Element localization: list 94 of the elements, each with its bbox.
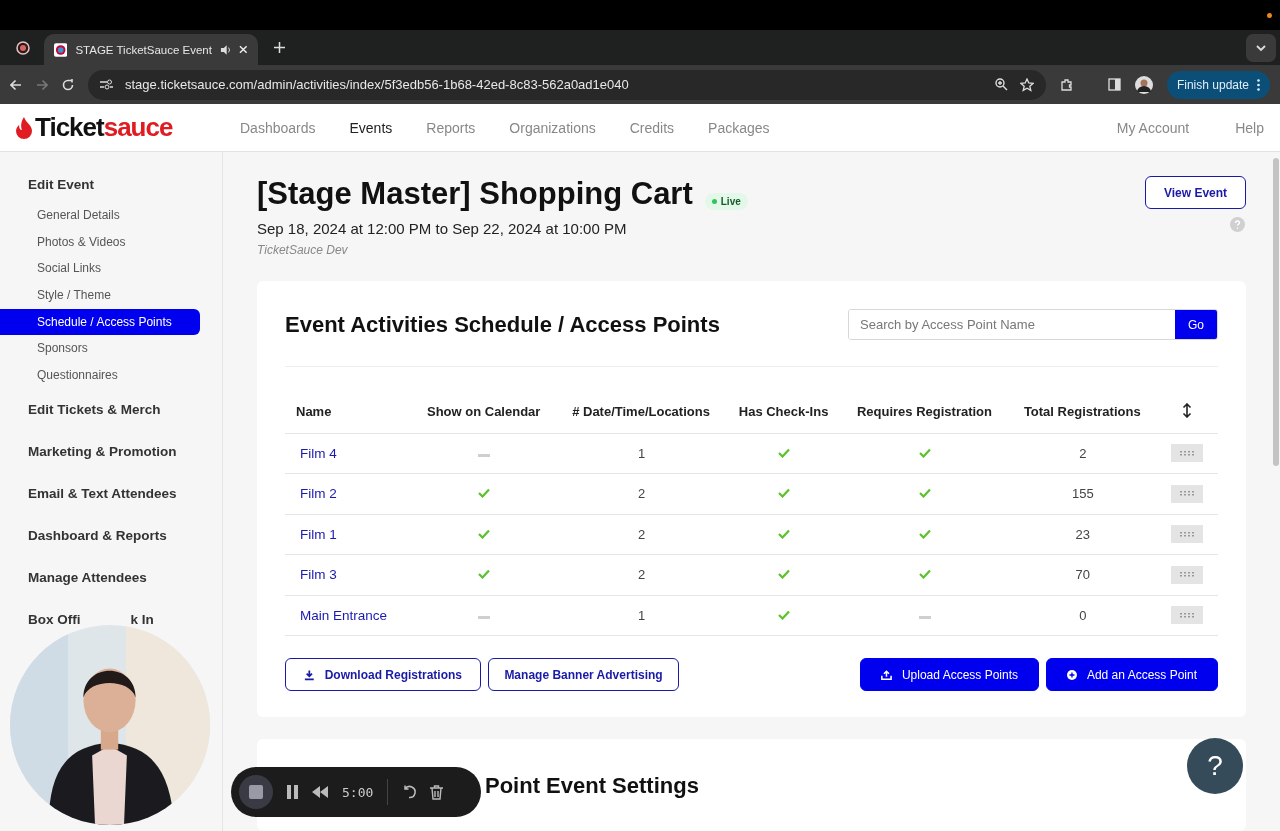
recording-time: 5:00 bbox=[342, 784, 374, 800]
sidebar-section-link[interactable]: Marketing & Promotion bbox=[28, 443, 177, 460]
sidebar-section-link[interactable]: Manage Attendees bbox=[28, 569, 147, 586]
view-event-button[interactable]: View Event bbox=[1145, 176, 1246, 209]
stop-button[interactable] bbox=[239, 775, 273, 809]
sidebar-icon[interactable] bbox=[1107, 78, 1121, 91]
sidebar-item[interactable]: Style / Theme bbox=[0, 282, 200, 309]
nav-link[interactable]: Reports bbox=[426, 119, 476, 136]
column-header: Has Check-Ins bbox=[738, 404, 829, 420]
new-tab-icon[interactable] bbox=[274, 42, 285, 53]
outline-button[interactable]: Manage Banner Advertising bbox=[488, 658, 679, 691]
table-cell: 2 bbox=[1079, 445, 1087, 461]
search-field[interactable]: Search by Access Point Name Go bbox=[848, 309, 1218, 340]
event-title: [Stage Master] Shopping Cart bbox=[257, 176, 693, 212]
column-header: Requires Registration bbox=[856, 404, 992, 420]
access-point-link[interactable]: Film 4 bbox=[286, 445, 337, 461]
nav-link[interactable]: Credits bbox=[629, 119, 675, 136]
finish-update-button[interactable]: Finish update bbox=[1166, 70, 1270, 99]
reload-icon[interactable] bbox=[62, 78, 74, 91]
account-link[interactable]: Help bbox=[1235, 119, 1264, 136]
column-header: # Date/Time/Locations bbox=[572, 404, 710, 420]
table-cell: 1 bbox=[637, 607, 646, 623]
outline-button[interactable]: Download Registrations bbox=[285, 658, 481, 691]
close-icon[interactable] bbox=[239, 45, 248, 54]
drag-handle[interactable] bbox=[1171, 444, 1203, 463]
stop-icon bbox=[249, 785, 263, 799]
column-header: Total Registrations bbox=[1023, 404, 1141, 420]
nav-link[interactable]: Events bbox=[349, 119, 393, 136]
nav-link[interactable]: Packages bbox=[708, 119, 770, 136]
account-link[interactable]: My Account bbox=[1116, 119, 1190, 136]
ticketsauce-logo[interactable]: Ticketsauce bbox=[14, 112, 240, 143]
column-header: Name bbox=[296, 404, 332, 420]
sidebar-item[interactable]: Questionnaires bbox=[0, 362, 200, 389]
plus-circle-icon bbox=[1067, 668, 1077, 681]
star-icon[interactable] bbox=[1019, 77, 1034, 92]
live-badge: Live bbox=[704, 192, 748, 210]
nav-link[interactable]: Organizations bbox=[509, 119, 596, 136]
sidebar-section-link[interactable]: Edit Tickets & Merch bbox=[28, 401, 161, 418]
restart-icon[interactable] bbox=[402, 785, 417, 799]
drag-handle[interactable] bbox=[1171, 484, 1203, 503]
access-point-link[interactable]: Main Entrance bbox=[286, 607, 388, 623]
table-cell: 0 bbox=[1079, 607, 1087, 623]
sort-icon[interactable] bbox=[1182, 402, 1192, 418]
zoom-icon[interactable] bbox=[994, 78, 1008, 91]
record-icon bbox=[16, 40, 30, 55]
table-cell: 2 bbox=[637, 526, 646, 542]
table-cell: 155 bbox=[1071, 486, 1094, 502]
go-button[interactable]: Go bbox=[1175, 310, 1217, 339]
extensions-icon[interactable] bbox=[1059, 77, 1074, 92]
pause-icon[interactable] bbox=[287, 785, 298, 799]
organizer-name: TicketSauce Dev bbox=[257, 243, 349, 257]
column-header: Show on Calendar bbox=[427, 404, 541, 420]
speaker-icon bbox=[219, 43, 232, 56]
table-cell: 70 bbox=[1075, 567, 1090, 583]
access-point-link[interactable]: Film 2 bbox=[286, 486, 337, 502]
drag-handle[interactable] bbox=[1171, 565, 1203, 584]
favicon-icon bbox=[54, 42, 68, 57]
forward-icon[interactable] bbox=[36, 78, 48, 91]
download-icon bbox=[304, 668, 315, 681]
primary-button[interactable]: Upload Access Points bbox=[860, 658, 1039, 691]
sidebar-section-link[interactable]: Email & Text Attendees bbox=[28, 485, 177, 502]
sidebar-item[interactable]: Sponsors bbox=[0, 335, 200, 362]
upload-icon bbox=[881, 668, 892, 681]
site-settings-icon[interactable] bbox=[100, 79, 113, 90]
sidebar-section-link[interactable]: Dashboard & Reports bbox=[28, 527, 167, 544]
more-icon[interactable] bbox=[1257, 78, 1260, 91]
sidebar-item[interactable]: Social Links bbox=[0, 255, 200, 282]
access-point-link[interactable]: Film 3 bbox=[286, 567, 337, 583]
section-title: Point Event Settings bbox=[485, 773, 700, 799]
event-dates: Sep 18, 2024 at 12:00 PM to Sep 22, 2024 at 10:00 PM bbox=[257, 220, 628, 237]
table-cell: 2 bbox=[637, 486, 646, 502]
nav-link[interactable]: Dashboards bbox=[240, 119, 316, 136]
table-cell: 2 bbox=[637, 567, 646, 583]
trash-icon[interactable] bbox=[430, 784, 444, 800]
back-icon[interactable] bbox=[10, 78, 22, 91]
sidebar-item[interactable]: Schedule / Access Points bbox=[0, 308, 200, 335]
scrollbar[interactable] bbox=[1273, 158, 1279, 466]
primary-button[interactable]: Add an Access Point bbox=[1046, 658, 1218, 691]
sidebar-item[interactable]: Photos & Videos bbox=[0, 228, 200, 255]
drag-handle[interactable] bbox=[1171, 525, 1203, 544]
table-cell: 23 bbox=[1075, 526, 1090, 542]
sidebar-item[interactable]: General Details bbox=[0, 202, 200, 228]
avatar-icon[interactable] bbox=[1134, 75, 1153, 94]
sidebar-section-link[interactable]: Edit Event bbox=[28, 177, 94, 193]
tab-search-icon[interactable] bbox=[1246, 33, 1276, 62]
sidebar-section-link[interactable]: Box Offi bbox=[28, 611, 81, 628]
access-point-link[interactable]: Film 1 bbox=[286, 526, 337, 542]
status-dot-icon bbox=[1267, 12, 1272, 18]
table-cell: 1 bbox=[637, 445, 646, 461]
sidebar-section-link[interactable]: k In bbox=[130, 611, 154, 628]
browser-tab[interactable]: STAGE TicketSauce Event bbox=[44, 34, 258, 65]
section-title: Event Activities Schedule / Access Points bbox=[285, 311, 720, 338]
drag-handle[interactable] bbox=[1171, 606, 1203, 625]
rewind-icon[interactable] bbox=[312, 786, 328, 798]
